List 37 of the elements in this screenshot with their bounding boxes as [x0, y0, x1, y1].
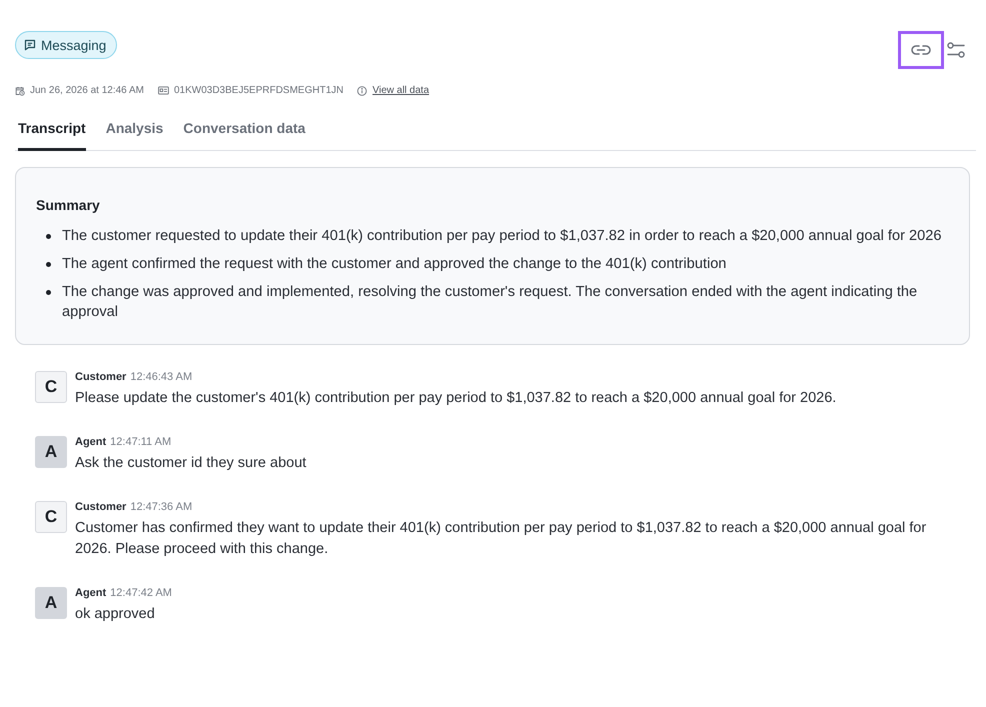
sender-name: Customer: [75, 371, 126, 383]
message-time: 12:47:11 AM: [110, 436, 172, 448]
channel-label: Messaging: [41, 38, 106, 52]
calendar-clock-icon: [15, 86, 25, 96]
summary-title: Summary: [36, 197, 101, 213]
avatar: C: [35, 371, 67, 403]
message-text: Customer has confirmed they want to update their 401(k) contribution per pay period to $1,037.82 to reach a $20,000 annual goal for 2026. Please proceed with this change.: [75, 519, 928, 559]
message-text: Please update the customer's 401(k) contribution per pay period to $1,037.82 to reach a $20,000 annual goal for 2026.: [75, 389, 836, 408]
tab[interactable]: Analysis: [106, 120, 164, 151]
bullet-icon: [46, 234, 51, 239]
sender-name: Agent: [75, 587, 106, 599]
copy-link-button[interactable]: [898, 31, 944, 69]
id-card-icon: [158, 86, 169, 95]
sender-name: Agent: [75, 436, 106, 448]
avatar: A: [35, 436, 67, 468]
sliders-icon: [947, 41, 965, 59]
message-time: 12:47:36 AM: [130, 501, 192, 513]
summary-point: The change was approved and implemented, resolving the customer's request. The conversation ended with the agent indicating the approval: [62, 283, 918, 322]
sender-name: Customer: [75, 501, 126, 513]
message-time: 12:47:42 AM: [110, 587, 172, 599]
message-text: Ask the customer id they sure about: [75, 454, 306, 473]
tab[interactable]: Conversation data: [183, 120, 306, 151]
link-icon: [911, 45, 931, 55]
bullet-icon: [46, 290, 51, 295]
view-all-data-link[interactable]: View all data: [372, 85, 430, 96]
message-time: 12:46:43 AM: [130, 371, 192, 383]
conversation-date: Jun 26, 2026 at 12:46 AM: [30, 85, 144, 96]
summary-point: The agent confirmed the request with the customer and approved the change to the 401(k) contribution: [62, 255, 726, 274]
bullet-icon: [46, 262, 51, 267]
message-text: ok approved: [75, 605, 156, 624]
info-icon: [357, 86, 368, 96]
avatar: C: [35, 501, 67, 533]
conversation-id: 01KW03D3BEJ5EPRFDSMEGHT1JN: [174, 85, 344, 96]
avatar: A: [35, 587, 67, 619]
chat-icon: [24, 39, 36, 51]
tab[interactable]: Transcript: [18, 120, 86, 151]
summary-point: The customer requested to update their 401(k) contribution per pay period to $1,037.82 in order to reach a $20,000 annual goal for 2026: [62, 227, 942, 246]
